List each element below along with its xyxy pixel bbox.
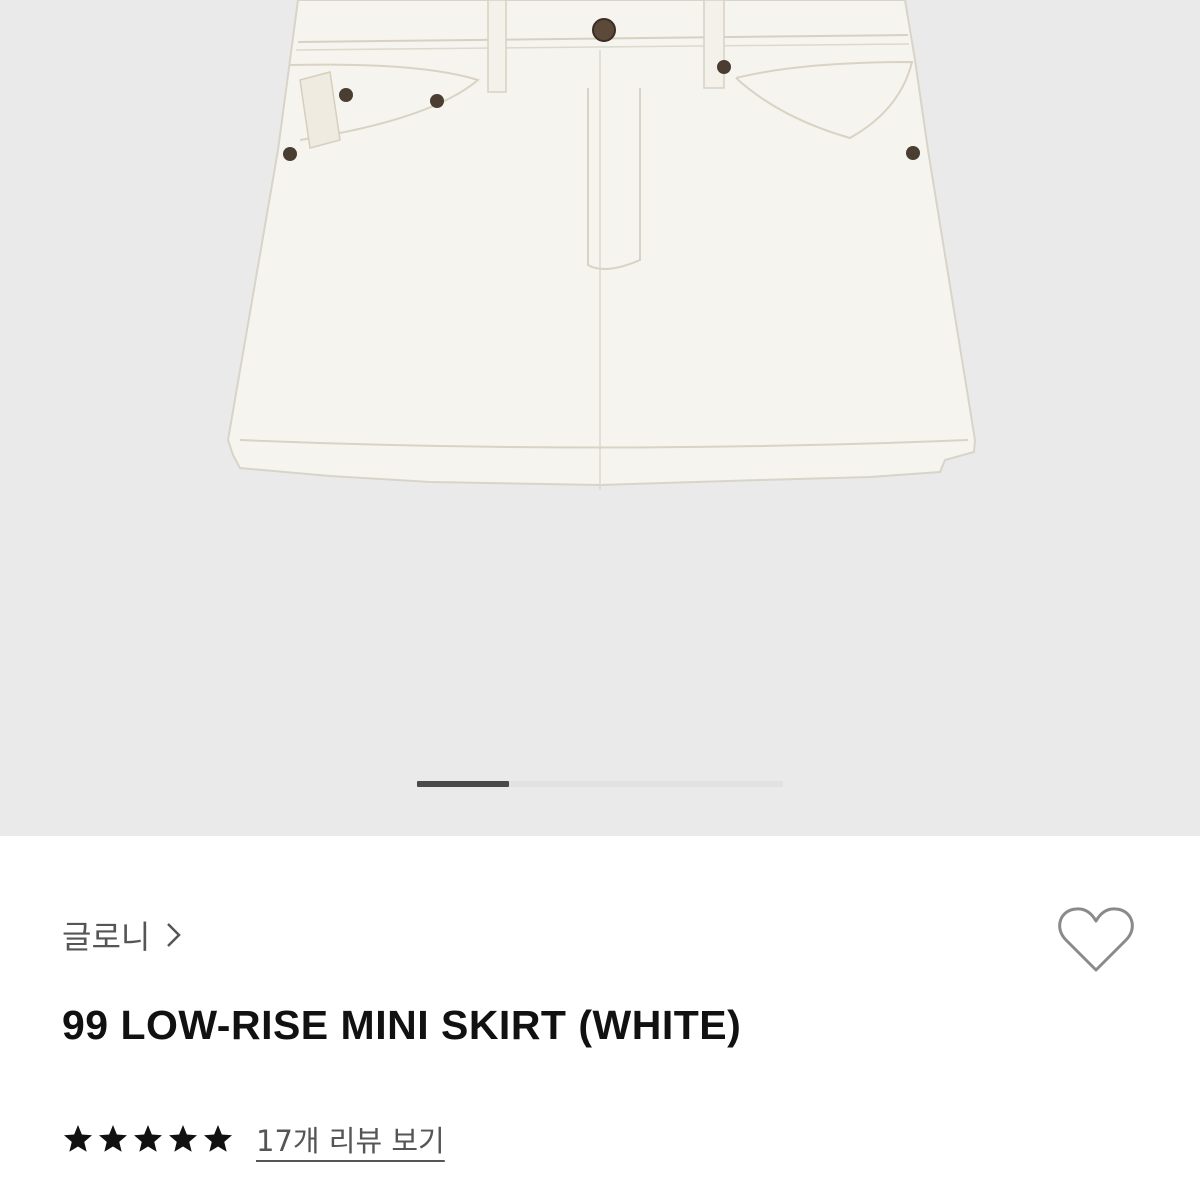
review-count-link[interactable]: 17개 리뷰 보기 <box>256 1118 445 1160</box>
wishlist-heart-icon[interactable] <box>1056 902 1136 978</box>
star-icon <box>204 1125 232 1152</box>
star-icon <box>169 1125 197 1152</box>
product-image <box>226 0 977 490</box>
rating-row: 17개 리뷰 보기 <box>62 1118 445 1160</box>
star-icon <box>99 1125 127 1152</box>
slide-indicator <box>417 781 783 787</box>
star-icon <box>64 1125 92 1152</box>
product-image-gallery[interactable] <box>0 0 1200 836</box>
brand-name: 글로니 <box>62 918 151 956</box>
slide-indicator-active <box>417 781 509 787</box>
star-icon <box>134 1125 162 1152</box>
star-rating <box>62 1123 234 1155</box>
product-title: 99 LOW-RISE MINI SKIRT (WHITE) <box>62 1002 742 1048</box>
brand-link[interactable]: 글로니 <box>62 912 184 958</box>
chevron-right-icon <box>167 923 182 947</box>
